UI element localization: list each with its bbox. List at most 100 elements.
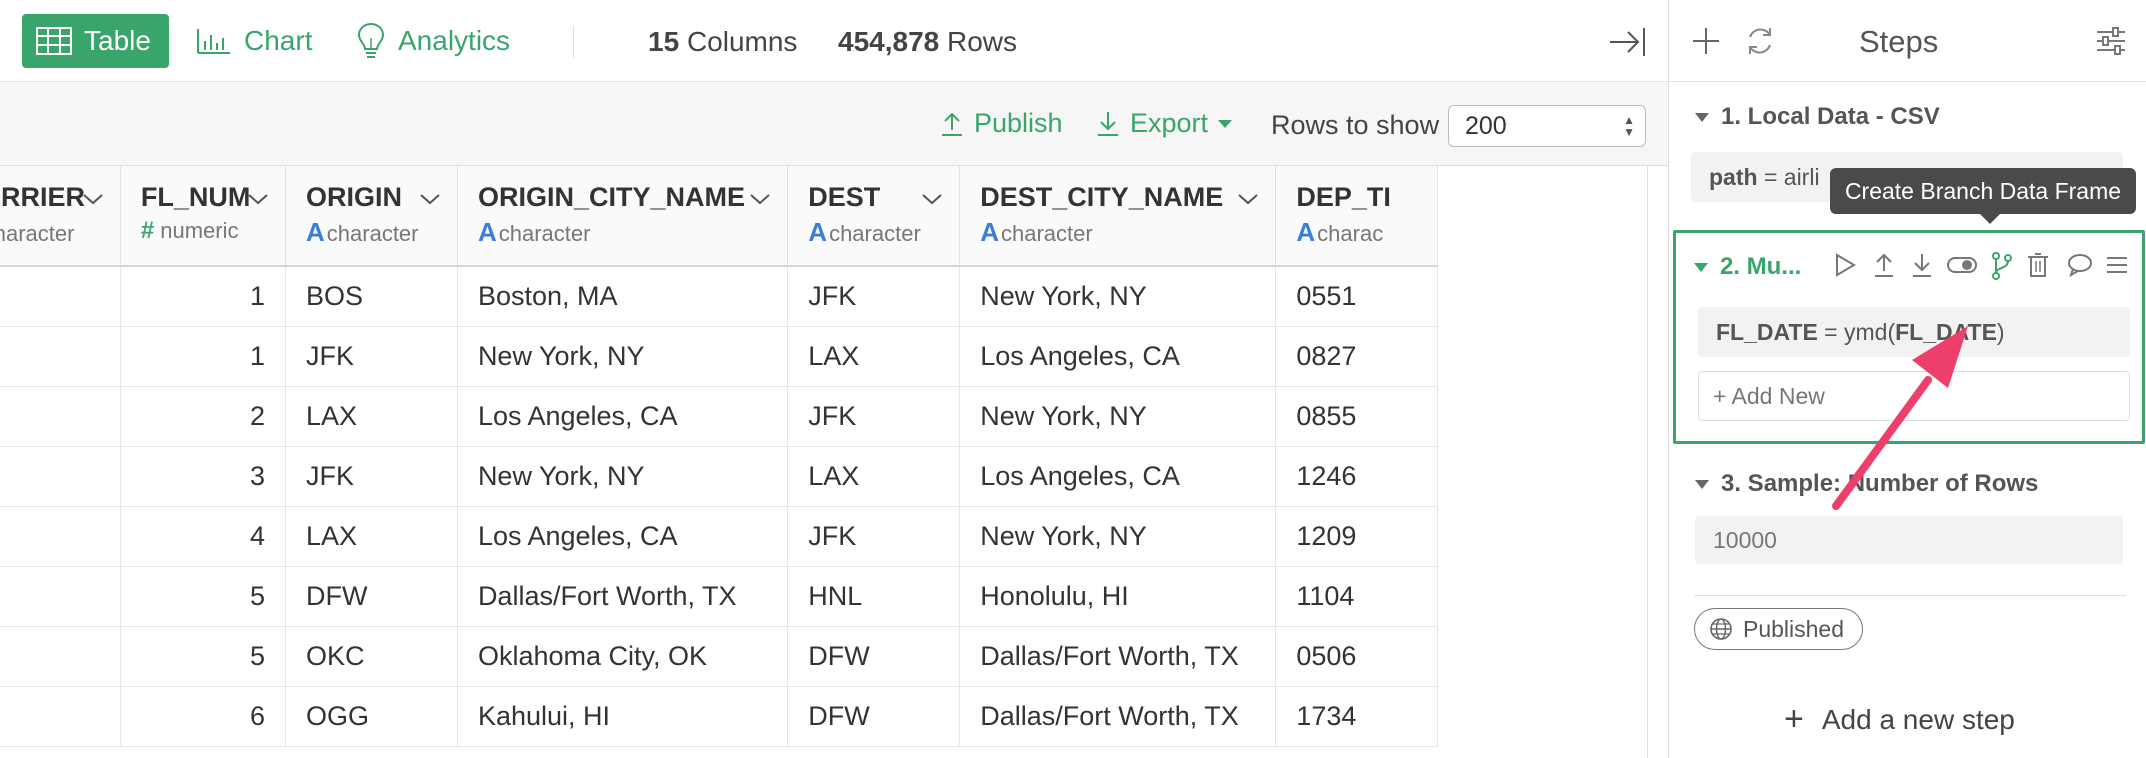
table-cell[interactable]: New York, NY (457, 446, 789, 507)
table-cell[interactable]: DFW (285, 566, 458, 627)
table-cell[interactable]: Oklahoma City, OK (457, 626, 789, 687)
table-cell[interactable]: LAX (285, 506, 458, 567)
table-cell[interactable]: JFK (787, 386, 961, 447)
collapse-panel-icon[interactable] (1608, 22, 1648, 67)
table-cell[interactable]: LAX (285, 386, 458, 447)
step-2-card[interactable]: 2. Mu... FL_DATE = ymd( FL_DATE ) + Add … (1673, 230, 2145, 444)
table-cell[interactable]: Los Angeles, CA (959, 446, 1277, 507)
table-cell[interactable]: New York, NY (457, 326, 789, 387)
table-cell[interactable]: AA (0, 626, 121, 687)
table-cell[interactable]: HNL (787, 566, 961, 627)
chevron-down-icon[interactable] (749, 192, 771, 206)
table-cell[interactable]: Los Angeles, CA (457, 386, 789, 447)
table-cell[interactable]: DFW (787, 626, 961, 687)
chevron-down-icon[interactable] (1237, 192, 1259, 206)
published-badge[interactable]: Published (1694, 608, 1864, 650)
trash-icon[interactable] (2026, 251, 2050, 279)
table-cell[interactable]: OGG (285, 686, 458, 747)
table-cell[interactable]: New York, NY (959, 266, 1277, 327)
table-cell[interactable]: 5 (120, 566, 287, 627)
table-cell[interactable]: JFK (787, 266, 961, 327)
table-cell[interactable]: LAX (787, 326, 961, 387)
table-cell[interactable]: JFK (285, 326, 458, 387)
rows-to-show-select[interactable]: 200 ▲ ▼ (1448, 105, 1646, 147)
column-header-dep-ti[interactable]: DEP_TI Acharac (1275, 166, 1438, 267)
analytics-view-button[interactable]: Analytics (356, 14, 510, 68)
play-icon[interactable] (1832, 251, 1858, 279)
table-cell[interactable]: 1104 (1275, 566, 1438, 627)
collapse-triangle-icon[interactable] (1695, 112, 1709, 122)
table-cell[interactable]: 5 (120, 626, 287, 687)
step-2-header[interactable]: 2. Mu... (1694, 253, 1801, 281)
column-header-dest[interactable]: DEST Acharacter (787, 166, 961, 267)
table-right-border (1647, 166, 1648, 758)
table-cell[interactable]: Dallas/Fort Worth, TX (457, 566, 789, 627)
table-cell[interactable]: JFK (787, 506, 961, 567)
comment-icon[interactable] (2066, 251, 2094, 279)
step-2-expression[interactable]: FL_DATE = ymd( FL_DATE ) (1698, 307, 2130, 357)
column-header-origin-city-name[interactable]: ORIGIN_CITY_NAME Acharacter (457, 166, 789, 267)
branch-icon[interactable] (1990, 251, 2014, 281)
column-header-carrier[interactable]: CARRIERAcharacter (0, 166, 121, 267)
table-cell[interactable]: 1246 (1275, 446, 1438, 507)
export-button[interactable]: Export (1096, 108, 1234, 139)
table-cell[interactable]: LAX (787, 446, 961, 507)
column-header-origin[interactable]: ORIGIN Acharacter (285, 166, 458, 267)
table-cell[interactable]: New York, NY (959, 386, 1277, 447)
chart-view-button[interactable]: Chart (196, 14, 312, 68)
table-cell[interactable]: AA (0, 326, 121, 387)
add-new-step-button[interactable]: + Add a new step (1784, 700, 2015, 739)
add-step-icon[interactable] (1689, 24, 1723, 58)
column-header-fl-num[interactable]: FL_NUM # numeric (120, 166, 287, 267)
table-cell[interactable]: 1209 (1275, 506, 1438, 567)
table-cell[interactable]: 1734 (1275, 686, 1438, 747)
table-cell[interactable]: Boston, MA (457, 266, 789, 327)
collapse-triangle-icon[interactable] (1695, 479, 1709, 489)
move-down-icon[interactable] (1910, 251, 1934, 279)
table-cell[interactable]: OKC (285, 626, 458, 687)
sliders-icon[interactable] (2095, 24, 2127, 58)
collapse-triangle-icon[interactable] (1694, 262, 1708, 272)
table-cell[interactable]: 4 (120, 506, 287, 567)
table-cell[interactable]: 3 (120, 446, 287, 507)
table-cell[interactable]: AA (0, 266, 121, 327)
table-cell[interactable]: 0506 (1275, 626, 1438, 687)
table-cell[interactable]: JFK (285, 446, 458, 507)
table-cell[interactable]: AA (0, 386, 121, 447)
table-cell[interactable]: AA (0, 506, 121, 567)
table-cell[interactable]: Los Angeles, CA (457, 506, 789, 567)
step-3-header[interactable]: 3. Sample: Number of Rows (1695, 470, 2038, 498)
table-cell[interactable]: Los Angeles, CA (959, 326, 1277, 387)
refresh-icon[interactable] (1743, 24, 1777, 58)
table-cell[interactable]: BOS (285, 266, 458, 327)
chevron-down-icon[interactable] (82, 192, 104, 206)
table-cell[interactable]: AA (0, 566, 121, 627)
table-cell[interactable]: Honolulu, HI (959, 566, 1277, 627)
publish-button[interactable]: Publish (940, 108, 1063, 139)
table-cell[interactable]: AA (0, 686, 121, 747)
table-cell[interactable]: DFW (787, 686, 961, 747)
move-up-icon[interactable] (1872, 251, 1896, 279)
step-3-value[interactable]: 10000 (1695, 516, 2123, 564)
chevron-down-icon[interactable] (921, 192, 943, 206)
table-cell[interactable]: 0855 (1275, 386, 1438, 447)
chevron-down-icon[interactable] (247, 192, 269, 206)
table-cell[interactable]: Dallas/Fort Worth, TX (959, 686, 1277, 747)
table-cell[interactable]: Kahului, HI (457, 686, 789, 747)
table-cell[interactable]: 1 (120, 326, 287, 387)
table-cell[interactable]: 6 (120, 686, 287, 747)
table-cell[interactable]: Dallas/Fort Worth, TX (959, 626, 1277, 687)
table-cell[interactable]: 0827 (1275, 326, 1438, 387)
step-1-header[interactable]: 1. Local Data - CSV (1695, 103, 1940, 131)
menu-icon[interactable] (2104, 251, 2130, 279)
table-cell[interactable]: 2 (120, 386, 287, 447)
chevron-down-icon[interactable] (419, 192, 441, 206)
table-cell[interactable]: 1 (120, 266, 287, 327)
table-cell[interactable]: New York, NY (959, 506, 1277, 567)
table-cell[interactable]: AA (0, 446, 121, 507)
add-new-button[interactable]: + Add New (1698, 371, 2130, 421)
table-cell[interactable]: 0551 (1275, 266, 1438, 327)
toggle-icon[interactable] (1946, 251, 1978, 279)
column-header-dest-city-name[interactable]: DEST_CITY_NAME Acharacter (959, 166, 1277, 267)
table-view-button[interactable]: Table (22, 14, 169, 68)
